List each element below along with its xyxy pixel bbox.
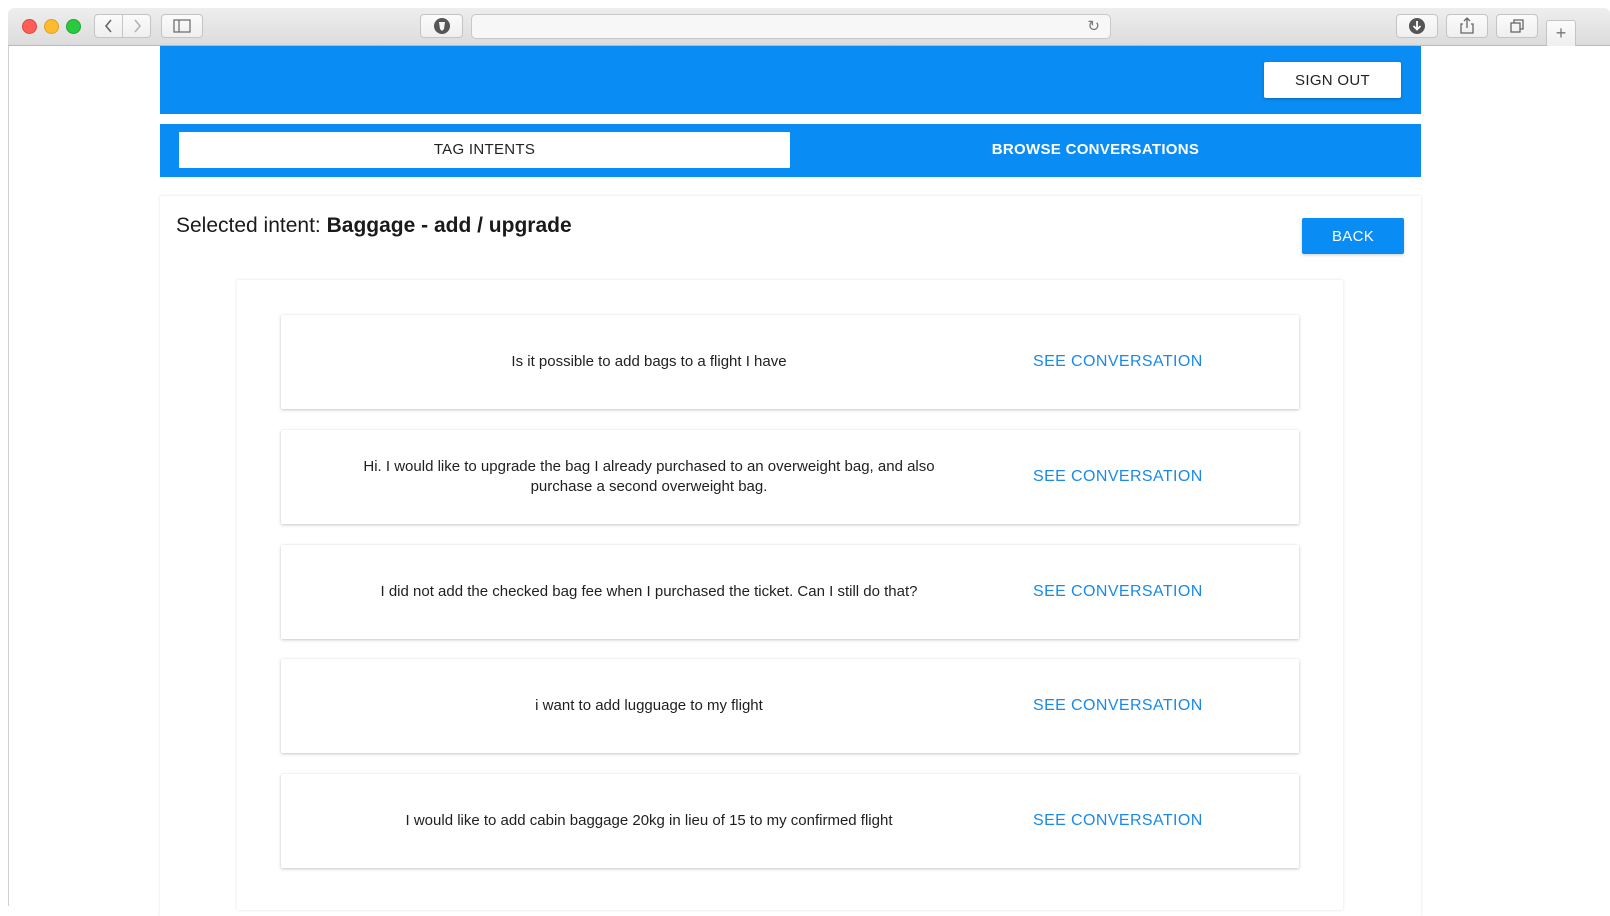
downloads-button[interactable] bbox=[1396, 14, 1438, 38]
utterance-card: i want to add lugguage to my flight SEE … bbox=[281, 659, 1299, 753]
share-button[interactable] bbox=[1446, 14, 1488, 38]
tab-tag-intents[interactable]: TAG INTENTS bbox=[179, 132, 790, 168]
utterance-card: I did not add the checked bag fee when I… bbox=[281, 545, 1299, 639]
see-conversation-link[interactable]: SEE CONVERSATION bbox=[1033, 659, 1203, 753]
tabs-icon bbox=[1510, 19, 1524, 33]
sidebar-toggle-button[interactable] bbox=[161, 14, 203, 38]
utterance-text: I did not add the checked bag fee when I… bbox=[380, 583, 918, 600]
utterance-card: Is it possible to add bags to a flight I… bbox=[281, 315, 1299, 409]
utterance-text: i want to add lugguage to my flight bbox=[535, 697, 763, 714]
page-title: Selected intent: Baggage - add / upgrade bbox=[176, 211, 572, 241]
see-conversation-link[interactable]: SEE CONVERSATION bbox=[1033, 430, 1203, 524]
sidebar-icon bbox=[173, 19, 191, 33]
utterance-text: I would like to add cabin baggage 20kg i… bbox=[405, 812, 893, 829]
chevron-right-icon bbox=[133, 19, 141, 33]
back-button[interactable]: BACK bbox=[1302, 218, 1404, 254]
privacy-button[interactable] bbox=[420, 14, 463, 38]
window-border bbox=[8, 46, 9, 906]
close-window-button[interactable] bbox=[22, 19, 37, 34]
forward-nav-button[interactable] bbox=[122, 14, 151, 38]
address-bar[interactable]: ↻ bbox=[471, 14, 1111, 39]
tab-overview-button[interactable] bbox=[1496, 14, 1538, 38]
utterance-card: Hi. I would like to upgrade the bag I al… bbox=[281, 430, 1299, 524]
chevron-left-icon bbox=[104, 19, 112, 33]
utterance-text: Is it possible to add bags to a flight I… bbox=[511, 353, 787, 370]
zoom-window-button[interactable] bbox=[66, 19, 81, 34]
new-tab-button[interactable]: + bbox=[1546, 20, 1576, 46]
app-header bbox=[160, 46, 1421, 114]
minimize-window-button[interactable] bbox=[44, 19, 59, 34]
selected-intent-name: Baggage - add / upgrade bbox=[326, 214, 572, 237]
plus-icon: + bbox=[1555, 23, 1567, 43]
tab-browse-conversations[interactable]: BROWSE CONVERSATIONS bbox=[790, 132, 1401, 168]
reload-icon[interactable]: ↻ bbox=[1087, 16, 1100, 38]
download-icon bbox=[1409, 18, 1425, 34]
utterance-card: I would like to add cabin baggage 20kg i… bbox=[281, 774, 1299, 868]
utterance-text: Hi. I would like to upgrade the bag I al… bbox=[363, 458, 935, 495]
selected-intent-prefix: Selected intent: bbox=[176, 214, 327, 237]
see-conversation-link[interactable]: SEE CONVERSATION bbox=[1033, 545, 1203, 639]
share-icon bbox=[1460, 17, 1474, 34]
shield-icon bbox=[433, 18, 450, 34]
see-conversation-link[interactable]: SEE CONVERSATION bbox=[1033, 315, 1203, 409]
see-conversation-link[interactable]: SEE CONVERSATION bbox=[1033, 774, 1203, 868]
back-nav-button[interactable] bbox=[94, 14, 123, 38]
tab-bar: TAG INTENTS BROWSE CONVERSATIONS bbox=[160, 124, 1421, 177]
sign-out-button[interactable]: SIGN OUT bbox=[1264, 62, 1401, 98]
